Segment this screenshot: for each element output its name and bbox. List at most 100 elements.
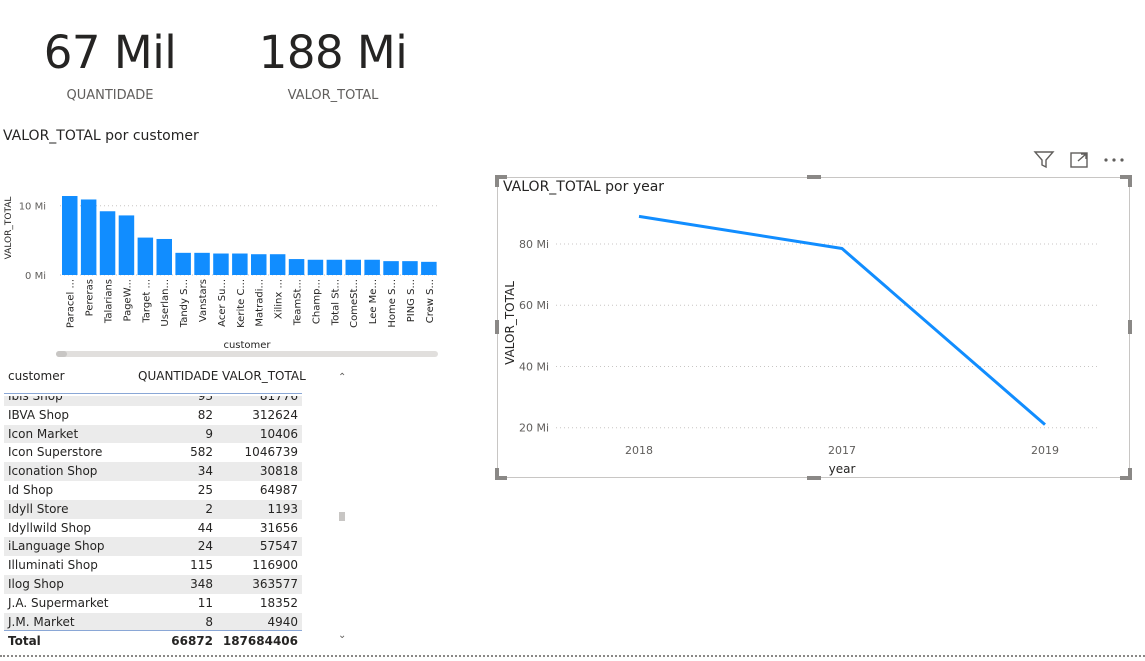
- table-total-row: Total 66872 187684406: [4, 632, 302, 650]
- cell-customer: Id Shop: [8, 482, 54, 497]
- cell-valor-total: 1193: [267, 501, 298, 516]
- bar: [99, 211, 116, 275]
- x-tick-label: Tandy S...: [179, 279, 190, 328]
- x-tick-label: Vanstars: [198, 279, 209, 322]
- x-tick-label: 2019: [1031, 444, 1059, 457]
- resize-handle-left[interactable]: [495, 320, 499, 334]
- header-divider: [4, 393, 302, 394]
- y-tick-label: 60 Mi: [519, 299, 549, 312]
- cell-quantidade: 25: [197, 482, 213, 497]
- cell-valor-total: 116900: [252, 558, 298, 573]
- cell-valor-total: 1046739: [244, 445, 298, 460]
- y-tick-label: 10 Mi: [19, 202, 46, 213]
- resize-handle-top-right[interactable]: [1128, 175, 1132, 187]
- cell-valor-total: 4940: [267, 614, 298, 629]
- cell-quantidade: 93: [197, 396, 213, 403]
- cell-customer: Illuminati Shop: [8, 558, 98, 573]
- cell-valor-total: 57547: [259, 539, 298, 554]
- bar: [421, 261, 437, 275]
- resize-handle-top[interactable]: [807, 175, 821, 179]
- table-row[interactable]: IBVA Shop 82 312624: [4, 406, 302, 425]
- quantidade-card[interactable]: 67 Mil QUANTIDADE: [30, 26, 190, 104]
- resize-handle-bottom-left[interactable]: [495, 468, 499, 480]
- x-tick-label: 2018: [625, 444, 653, 457]
- x-tick-label: Crew S...: [425, 279, 436, 323]
- x-tick-label: Talarians: [104, 279, 115, 324]
- y-tick-label: 40 Mi: [519, 360, 549, 373]
- table-row[interactable]: Id Shop 25 64987: [4, 481, 302, 500]
- cell-valor-total: 81776: [259, 396, 298, 403]
- table-row[interactable]: Icon Market 9 10406: [4, 424, 302, 444]
- resize-handle-bottom[interactable]: [807, 476, 821, 480]
- total-label: Total: [8, 634, 41, 648]
- table-row[interactable]: Icon Superstore 582 1046739: [4, 443, 302, 462]
- bar: [307, 259, 324, 275]
- table-row[interactable]: iLanguage Shop 24 57547: [4, 537, 302, 557]
- cell-quantidade: 34: [197, 464, 213, 479]
- cell-quantidade: 82: [197, 407, 213, 422]
- resize-handle-bottom-right[interactable]: [1128, 468, 1132, 480]
- bar: [364, 259, 380, 275]
- cell-valor-total: 363577: [252, 576, 298, 591]
- cell-quantidade: 348: [190, 576, 213, 591]
- chevron-down-icon[interactable]: ⌄: [338, 630, 346, 641]
- scrollbar-thumb[interactable]: [339, 512, 345, 521]
- bar-chart[interactable]: 0 Mi 10 Mi VALOR_TOTAL Paracel ... Pereras Ta…: [0, 178, 445, 360]
- cell-customer: IBVA Shop: [8, 407, 70, 422]
- bar: [156, 238, 172, 275]
- x-tick-label: Target ...: [141, 279, 152, 324]
- resize-handle-right[interactable]: [1128, 320, 1132, 334]
- x-tick-label: Pereras: [85, 279, 96, 316]
- cell-quantidade: 8: [205, 614, 213, 629]
- x-tick-label: TeamSt...: [293, 279, 304, 326]
- bar: [288, 259, 305, 275]
- bar-chart-title: VALOR_TOTAL por customer: [3, 128, 199, 144]
- cell-valor-total: 31656: [259, 520, 298, 535]
- cell-customer: J.M. Market: [8, 614, 75, 629]
- x-tick-label: 2017: [828, 444, 856, 457]
- bar: [345, 259, 361, 275]
- valor-total-card[interactable]: 188 Mi VALOR_TOTAL: [252, 26, 414, 104]
- cell-quantidade: 9: [205, 426, 213, 441]
- cell-quantidade: 2: [205, 501, 213, 516]
- horizontal-scrollbar: [56, 351, 438, 357]
- more-options-icon[interactable]: [1102, 150, 1126, 175]
- line-chart-title: VALOR_TOTAL por year: [503, 179, 665, 195]
- table-row[interactable]: J.A. Supermarket 11 18352: [4, 594, 302, 613]
- cell-valor-total: 10406: [259, 426, 298, 441]
- table-row[interactable]: Iconation Shop 34 30818: [4, 462, 302, 481]
- cell-valor-total: 64987: [259, 482, 298, 497]
- chevron-up-icon[interactable]: ⌃: [338, 372, 346, 383]
- cell-quantidade: 11: [197, 595, 213, 610]
- table-row[interactable]: Idyllwild Shop 44 31656: [4, 519, 302, 538]
- resize-handle-top-left[interactable]: [495, 175, 499, 187]
- x-tick-label: Matradi...: [255, 279, 266, 327]
- filter-icon[interactable]: [1033, 150, 1055, 175]
- x-tick-label: Userlan...: [160, 279, 171, 327]
- table-row[interactable]: Idyll Store 2 1193: [4, 499, 302, 519]
- cell-customer: Icon Superstore: [8, 445, 103, 460]
- table-row[interactable]: J.M. Market 8 4940: [4, 612, 302, 630]
- page-bottom-border: [0, 655, 1145, 657]
- table-row[interactable]: Ilog Shop 348 363577: [4, 574, 302, 594]
- table-row[interactable]: Illuminati Shop 115 116900: [4, 556, 302, 575]
- table-row[interactable]: Ibis Shop 93 81776: [4, 396, 302, 406]
- cell-valor-total: 312624: [252, 407, 298, 422]
- cell-customer: J.A. Supermarket: [8, 595, 109, 610]
- customer-table[interactable]: customer QUANTIDADE VALOR_TOTAL Ibis Sho…: [0, 364, 350, 652]
- bar: [213, 253, 229, 275]
- cell-quantidade: 115: [190, 558, 213, 573]
- bar: [326, 259, 343, 275]
- total-valor: 187684406: [222, 634, 298, 648]
- valor-total-value: 188 Mi: [258, 26, 408, 79]
- quantidade-value: 67 Mil: [43, 26, 177, 79]
- column-header-quantidade[interactable]: QUANTIDADE: [138, 369, 218, 383]
- table-scrollbar[interactable]: ⌃ ⌄: [336, 372, 348, 642]
- focus-mode-icon[interactable]: [1069, 150, 1091, 175]
- bar: [383, 261, 399, 275]
- x-tick-label: ComeSt...: [349, 279, 360, 328]
- column-header-customer[interactable]: customer: [8, 369, 65, 383]
- line-chart-visual[interactable]: 20 Mi 40 Mi 60 Mi 80 Mi VALOR_TOTAL 2018 2017 2…: [497, 177, 1130, 478]
- column-header-valor-total[interactable]: VALOR_TOTAL: [222, 369, 306, 383]
- valor-total-label: VALOR_TOTAL: [287, 88, 379, 103]
